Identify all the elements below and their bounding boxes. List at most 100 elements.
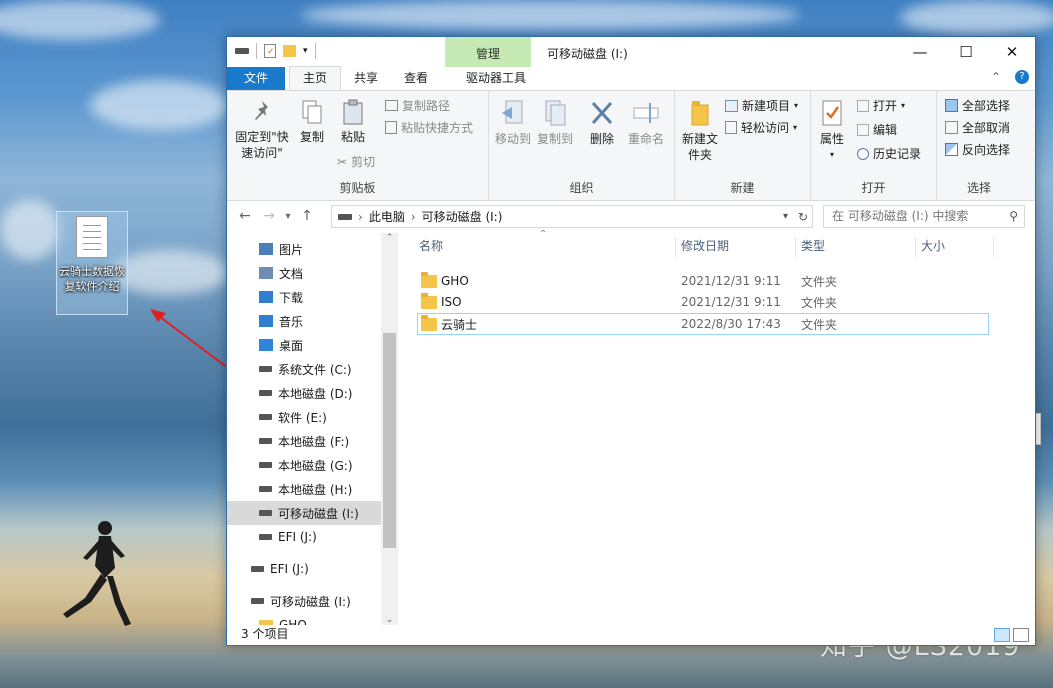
folder-icon <box>421 271 437 288</box>
cut-button[interactable]: ✂ 剪切 <box>337 153 375 170</box>
sidebar-item[interactable]: 可移动磁盘 (I:) <box>227 501 381 525</box>
sidebar-item[interactable]: 可移动磁盘 (I:) <box>227 589 381 613</box>
pin-icon <box>255 101 268 120</box>
invert-selection-icon <box>945 143 958 156</box>
table-row[interactable]: ISO 2021/12/31 9:11 文件夹 <box>417 292 989 312</box>
edit-button[interactable]: 编辑 <box>857 121 897 138</box>
sidebar-item[interactable]: 文档 <box>227 261 381 285</box>
sidebar-item[interactable]: 本地磁盘 (H:) <box>227 477 381 501</box>
sidebar-item[interactable]: 本地磁盘 (D:) <box>227 381 381 405</box>
open-button[interactable]: 打开 ▾ <box>857 97 905 114</box>
address-bar[interactable]: › 此电脑 › 可移动磁盘 (I:) ▾ ↻ <box>331 205 813 228</box>
breadcrumb-drive[interactable]: 可移动磁盘 (I:) <box>422 208 503 225</box>
sidebar-item[interactable]: 系统文件 (C:) <box>227 357 381 381</box>
sidebar-item[interactable]: EFI (J:) <box>227 557 381 581</box>
up-arrow-icon[interactable]: ↑ <box>295 208 319 224</box>
address-dropdown-icon[interactable]: ▾ <box>783 211 788 222</box>
paste-button[interactable]: 粘贴 <box>335 99 371 145</box>
sidebar-item[interactable]: 图片 <box>227 237 381 261</box>
nav-scrollbar[interactable]: ⌃ ⌄ <box>381 233 398 625</box>
select-none-button[interactable]: 全部取消 <box>945 119 1010 136</box>
properties-qat-icon[interactable]: ✓ <box>264 44 276 58</box>
forward-arrow-icon[interactable]: → <box>257 208 281 224</box>
maximize-button[interactable]: ☐ <box>943 37 989 67</box>
close-button[interactable]: ✕ <box>989 37 1035 67</box>
back-arrow-icon[interactable]: ← <box>233 208 257 224</box>
column-type[interactable]: 类型 <box>801 233 825 259</box>
drive-icon <box>235 48 249 54</box>
sidebar-item[interactable]: 下载 <box>227 285 381 309</box>
tab-share[interactable]: 共享 <box>341 67 391 90</box>
sidebar-item[interactable]: 音乐 <box>227 309 381 333</box>
new-item-button[interactable]: 新建项目 ▾ <box>725 97 798 114</box>
column-size[interactable]: 大小 <box>921 233 945 259</box>
tab-home[interactable]: 主页 <box>289 66 342 90</box>
sidebar-item[interactable]: 本地磁盘 (G:) <box>227 453 381 477</box>
quick-access-toolbar: ✓ ▾ <box>235 43 316 59</box>
sidebar-item-label: 桌面 <box>279 338 304 353</box>
desktop-file-icon[interactable]: 云骑士数据恢复软件介绍 <box>56 211 128 315</box>
breadcrumb-this-pc[interactable]: 此电脑 <box>369 208 405 225</box>
scissors-icon: ✂ <box>337 154 348 169</box>
rename-button[interactable]: 重命名 <box>625 99 667 147</box>
clipboard-group: 固定到"快速访问" 复制 粘贴 复制路径 粘贴快捷方式 ✂ 剪切 剪贴板 <box>227 91 489 200</box>
collapse-ribbon-icon[interactable]: ⌃ <box>991 70 1001 84</box>
tab-file[interactable]: 文件 <box>227 67 285 90</box>
minimize-button[interactable]: — <box>897 37 943 67</box>
sidebar-item[interactable]: 桌面 <box>227 333 381 357</box>
new-folder-button[interactable]: 新建文件夹 <box>679 99 721 163</box>
item-count: 3 个项目 <box>241 627 289 641</box>
edit-icon <box>857 123 869 136</box>
delete-x-icon <box>591 101 613 125</box>
pin-quick-access-button[interactable]: 固定到"快速访问" <box>233 99 291 161</box>
qat-dropdown-icon[interactable]: ▾ <box>303 46 308 56</box>
paste-shortcut-button[interactable]: 粘贴快捷方式 <box>385 119 473 136</box>
pictures-icon <box>259 243 273 255</box>
properties-button[interactable]: 属性 ▾ <box>815 99 849 163</box>
select-none-icon <box>945 121 958 134</box>
easy-access-button[interactable]: 轻松访问 ▾ <box>725 119 797 136</box>
search-input[interactable]: 在 可移动磁盘 (I:) 中搜索 ⚲ <box>823 205 1025 228</box>
paste-shortcut-icon <box>385 121 397 134</box>
usb-drive-icon <box>251 598 264 604</box>
delete-button[interactable]: 删除 <box>585 99 619 147</box>
invert-selection-button[interactable]: 反向选择 <box>945 141 1010 158</box>
help-icon[interactable]: ? <box>1015 70 1029 84</box>
copy-to-button[interactable]: 复制到 <box>535 99 575 147</box>
sidebar-item-label: 文档 <box>279 266 304 281</box>
organize-group-label: 组织 <box>569 181 594 195</box>
refresh-icon[interactable]: ↻ <box>798 210 808 224</box>
open-group: 属性 ▾ 打开 ▾ 编辑 历史记录 打开 <box>811 91 937 200</box>
move-to-button[interactable]: 移动到 <box>493 99 533 147</box>
tab-view[interactable]: 查看 <box>391 67 441 90</box>
sidebar-item-label: 图片 <box>279 242 304 257</box>
manage-context-tab[interactable]: 管理 <box>445 37 531 67</box>
download-icon <box>259 291 273 303</box>
music-icon <box>259 315 273 327</box>
sidebar-item[interactable]: EFI (J:) <box>227 525 381 549</box>
table-row[interactable]: GHO 2021/12/31 9:11 文件夹 <box>417 271 989 291</box>
usb-drive-icon <box>251 566 264 572</box>
large-icons-view-icon[interactable] <box>1013 628 1029 642</box>
table-row-selected[interactable]: 云骑士 2022/8/30 17:43 文件夹 <box>417 313 989 335</box>
column-name[interactable]: 名称 <box>419 233 443 259</box>
copy-to-icon <box>545 100 566 126</box>
usb-drive-icon <box>259 534 272 540</box>
new-folder-qat-icon[interactable] <box>283 45 296 57</box>
runner-silhouette <box>63 521 131 626</box>
copy-button[interactable]: 复制 <box>295 99 329 145</box>
details-view-icon[interactable] <box>994 628 1010 642</box>
red-arrow-annotation <box>150 309 229 369</box>
open-icon <box>857 99 869 112</box>
sidebar-item[interactable]: 本地磁盘 (F:) <box>227 429 381 453</box>
copy-path-button[interactable]: 复制路径 <box>385 97 450 114</box>
select-all-button[interactable]: 全部选择 <box>945 97 1010 114</box>
new-group-label: 新建 <box>730 181 755 195</box>
sidebar-item[interactable]: 软件 (E:) <box>227 405 381 429</box>
folder-icon <box>421 292 437 309</box>
rename-icon <box>633 103 659 123</box>
column-date[interactable]: 修改日期 <box>681 233 729 259</box>
history-button[interactable]: 历史记录 <box>857 145 921 162</box>
tab-drive-tools[interactable]: 驱动器工具 <box>453 67 539 90</box>
recent-dropdown-icon[interactable]: ▾ <box>281 211 295 222</box>
